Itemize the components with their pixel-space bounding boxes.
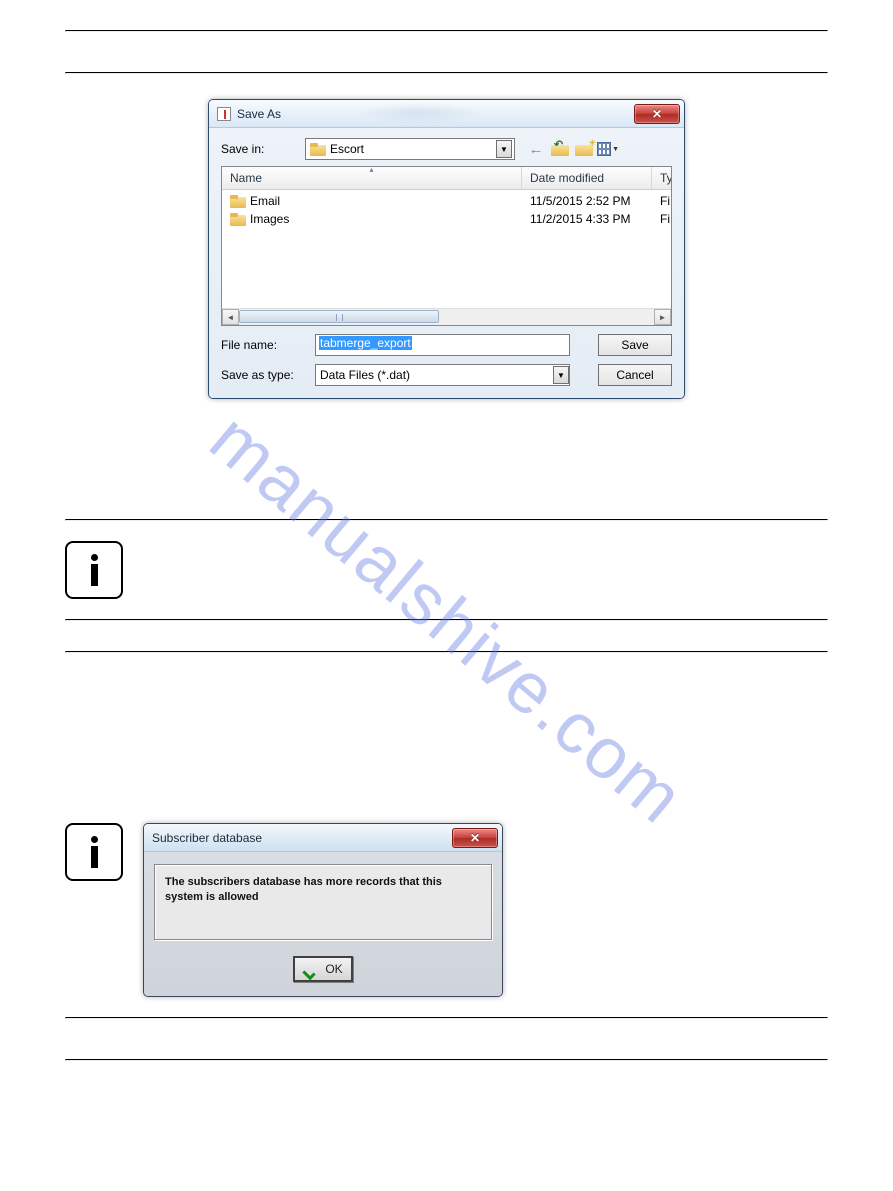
arrow-left-icon bbox=[529, 141, 544, 158]
list-item[interactable]: Images 11/2/2015 4:33 PM Fi bbox=[222, 210, 671, 228]
close-button[interactable]: ✕ bbox=[452, 828, 498, 848]
horizontal-scrollbar[interactable]: ◄ ► bbox=[222, 308, 671, 325]
subscriber-title: Subscriber database bbox=[152, 831, 262, 845]
file-name: Images bbox=[250, 212, 289, 226]
titlebar-smudge bbox=[359, 104, 479, 122]
app-icon bbox=[217, 107, 231, 121]
view-menu-button[interactable]: ▼ bbox=[597, 138, 619, 160]
file-date: 11/2/2015 4:33 PM bbox=[522, 212, 652, 226]
save-as-type-label: Save as type: bbox=[221, 368, 305, 382]
folder-icon bbox=[230, 213, 246, 226]
save-as-type-dropdown[interactable]: Data Files (*.dat) ▼ bbox=[315, 364, 570, 386]
file-date: 11/5/2015 2:52 PM bbox=[522, 194, 652, 208]
file-list[interactable]: Name ▴ Date modified Ty Email 11/5/2015 … bbox=[221, 166, 672, 326]
column-name[interactable]: Name ▴ bbox=[222, 167, 522, 189]
ok-label: OK bbox=[325, 962, 342, 976]
list-item[interactable]: Email 11/5/2015 2:52 PM Fi bbox=[222, 192, 671, 210]
info-icon bbox=[65, 541, 123, 599]
check-icon bbox=[303, 961, 321, 977]
save-as-type-value: Data Files (*.dat) bbox=[320, 368, 410, 382]
chevron-down-icon[interactable]: ▼ bbox=[496, 140, 512, 158]
new-folder-button[interactable] bbox=[573, 138, 595, 160]
close-button[interactable]: ✕ bbox=[634, 104, 680, 124]
scroll-track[interactable] bbox=[239, 309, 654, 325]
info-icon bbox=[65, 823, 123, 881]
scroll-left-button[interactable]: ◄ bbox=[222, 309, 239, 325]
column-date-label: Date modified bbox=[530, 171, 604, 185]
chevron-down-icon[interactable]: ▼ bbox=[553, 366, 569, 384]
file-name: Email bbox=[250, 194, 280, 208]
save-button[interactable]: Save bbox=[598, 334, 672, 356]
close-icon: ✕ bbox=[470, 831, 480, 845]
file-type: Fi bbox=[652, 194, 671, 208]
column-date-modified[interactable]: Date modified bbox=[522, 167, 652, 189]
save-in-dropdown[interactable]: Escort ▼ bbox=[305, 138, 515, 160]
ok-button[interactable]: OK bbox=[293, 956, 352, 982]
subscriber-database-dialog: Subscriber database ✕ The subscribers da… bbox=[143, 823, 503, 997]
scroll-thumb[interactable] bbox=[239, 310, 439, 323]
file-name-input[interactable]: tabmerge_export bbox=[315, 334, 570, 356]
save-as-dialog: Save As ✕ Save in: Escort ▼ bbox=[208, 99, 685, 399]
save-as-title: Save As bbox=[237, 107, 281, 121]
column-type[interactable]: Ty bbox=[652, 167, 672, 189]
up-one-level-button[interactable] bbox=[549, 138, 571, 160]
back-button[interactable] bbox=[525, 138, 547, 160]
folder-icon bbox=[310, 143, 326, 156]
save-in-value: Escort bbox=[330, 142, 496, 156]
subscriber-titlebar[interactable]: Subscriber database ✕ bbox=[144, 824, 502, 852]
save-in-label: Save in: bbox=[221, 142, 305, 156]
chevron-down-icon: ▼ bbox=[612, 146, 619, 153]
save-as-titlebar[interactable]: Save As ✕ bbox=[209, 100, 684, 128]
column-name-label: Name bbox=[230, 171, 262, 185]
sort-indicator-icon: ▴ bbox=[369, 166, 373, 174]
folder-up-icon bbox=[551, 142, 569, 156]
cancel-button[interactable]: Cancel bbox=[598, 364, 672, 386]
close-icon: ✕ bbox=[652, 107, 662, 121]
file-type: Fi bbox=[652, 212, 671, 226]
file-name-label: File name: bbox=[221, 338, 305, 352]
column-type-label: Ty bbox=[660, 171, 672, 185]
folder-new-icon bbox=[575, 142, 593, 156]
folder-icon bbox=[230, 195, 246, 208]
file-list-header[interactable]: Name ▴ Date modified Ty bbox=[222, 167, 671, 190]
file-name-value: tabmerge_export bbox=[319, 336, 412, 350]
view-icon bbox=[597, 142, 611, 156]
scroll-right-button[interactable]: ► bbox=[654, 309, 671, 325]
message-panel: The subscribers database has more record… bbox=[154, 864, 492, 940]
message-text: The subscribers database has more record… bbox=[165, 876, 442, 903]
